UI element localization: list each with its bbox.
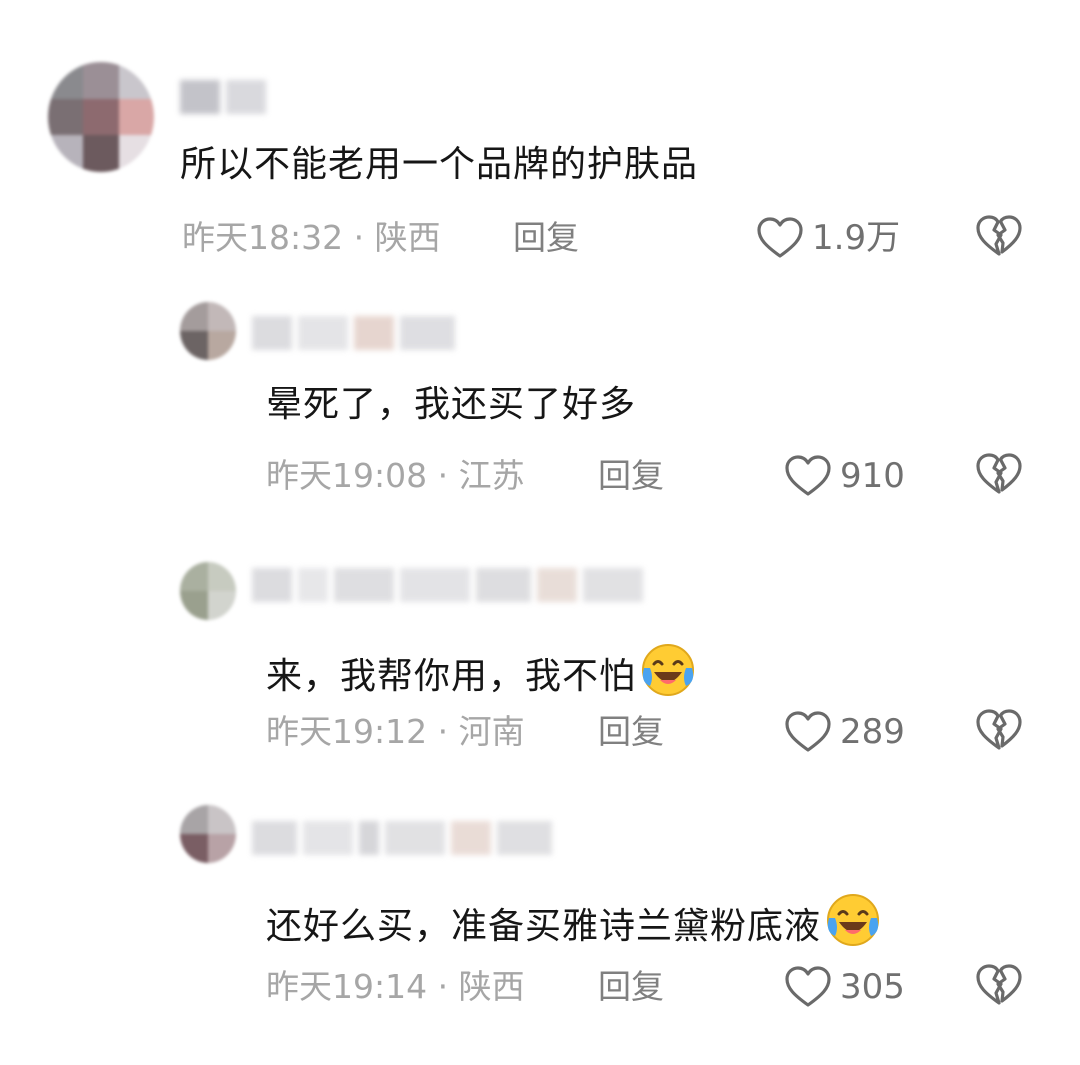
- comment-meta: 昨天19:08 · 江苏: [266, 456, 525, 496]
- comment-meta: 昨天19:14 · 陕西: [266, 967, 525, 1007]
- meta-separator: ·: [427, 456, 459, 495]
- comment-text: 来，我帮你用，我不怕: [266, 642, 696, 699]
- avatar[interactable]: [180, 302, 236, 360]
- reply-item: 来，我帮你用，我不怕 昨天19:12 · 河南 回复 289: [0, 540, 1080, 795]
- heart-outline-icon: [785, 455, 831, 496]
- comment-time: 昨天19:14: [266, 967, 428, 1006]
- broken-heart-icon[interactable]: [975, 708, 1023, 752]
- heart-outline-icon: [785, 711, 831, 752]
- comment-meta: 昨天19:12 · 河南: [266, 712, 525, 752]
- broken-heart-icon[interactable]: [975, 214, 1023, 258]
- reply-button[interactable]: 回复: [598, 967, 664, 1007]
- like-count: 910: [840, 456, 905, 496]
- meta-separator: ·: [343, 218, 375, 257]
- avatar[interactable]: [48, 62, 154, 172]
- reply-button[interactable]: 回复: [598, 456, 664, 496]
- reply-item: 晕死了，我还买了好多 昨天19:08 · 江苏 回复 910: [0, 280, 1080, 540]
- comment-meta: 昨天18:32 · 陕西: [182, 218, 441, 258]
- laughing-tears-emoji: [642, 644, 695, 696]
- like-count: 305: [840, 967, 905, 1007]
- reply-button[interactable]: 回复: [598, 712, 664, 752]
- broken-heart-icon[interactable]: [975, 452, 1023, 496]
- comment-location: 河南: [458, 712, 525, 751]
- heart-outline-icon: [757, 217, 803, 258]
- comment-location: 陕西: [458, 967, 525, 1006]
- comment-text-content: 还好么买，准备买雅诗兰黛粉底液: [266, 906, 822, 947]
- heart-outline-icon: [785, 966, 831, 1007]
- comment-text: 还好么买，准备买雅诗兰黛粉底液: [266, 892, 881, 949]
- reply-button[interactable]: 回复: [513, 218, 579, 258]
- laughing-tears-emoji: [827, 894, 880, 946]
- comment-time: 昨天19:08: [266, 456, 428, 495]
- comment-item: 所以不能老用一个品牌的护肤品 昨天18:32 · 陕西 回复 1.9万: [0, 0, 1080, 280]
- like-button[interactable]: 305: [784, 965, 905, 1009]
- username-blurred[interactable]: [252, 821, 592, 855]
- comment-text: 晕死了，我还买了好多: [266, 384, 637, 425]
- reply-item: 还好么买，准备买雅诗兰黛粉底液 昨天19:14 · 陕西 回复 305: [0, 795, 1080, 1065]
- like-button[interactable]: 289: [784, 710, 905, 754]
- comment-location: 陕西: [374, 218, 441, 257]
- username-blurred[interactable]: [180, 80, 270, 114]
- comment-time: 昨天19:12: [266, 712, 428, 751]
- username-blurred[interactable]: [252, 316, 462, 350]
- comment-location: 江苏: [458, 456, 525, 495]
- avatar[interactable]: [180, 805, 236, 863]
- username-blurred[interactable]: [252, 568, 702, 602]
- like-button[interactable]: 910: [784, 454, 905, 498]
- comment-time: 昨天18:32: [182, 218, 344, 257]
- like-button[interactable]: 1.9万: [756, 216, 900, 260]
- like-count: 1.9万: [812, 218, 901, 258]
- comment-text: 所以不能老用一个品牌的护肤品: [180, 144, 699, 185]
- broken-heart-icon[interactable]: [975, 963, 1023, 1007]
- comment-text-content: 来，我帮你用，我不怕: [266, 656, 637, 697]
- meta-separator: ·: [427, 967, 459, 1006]
- avatar[interactable]: [180, 562, 236, 620]
- meta-separator: ·: [427, 712, 459, 751]
- like-count: 289: [840, 712, 905, 752]
